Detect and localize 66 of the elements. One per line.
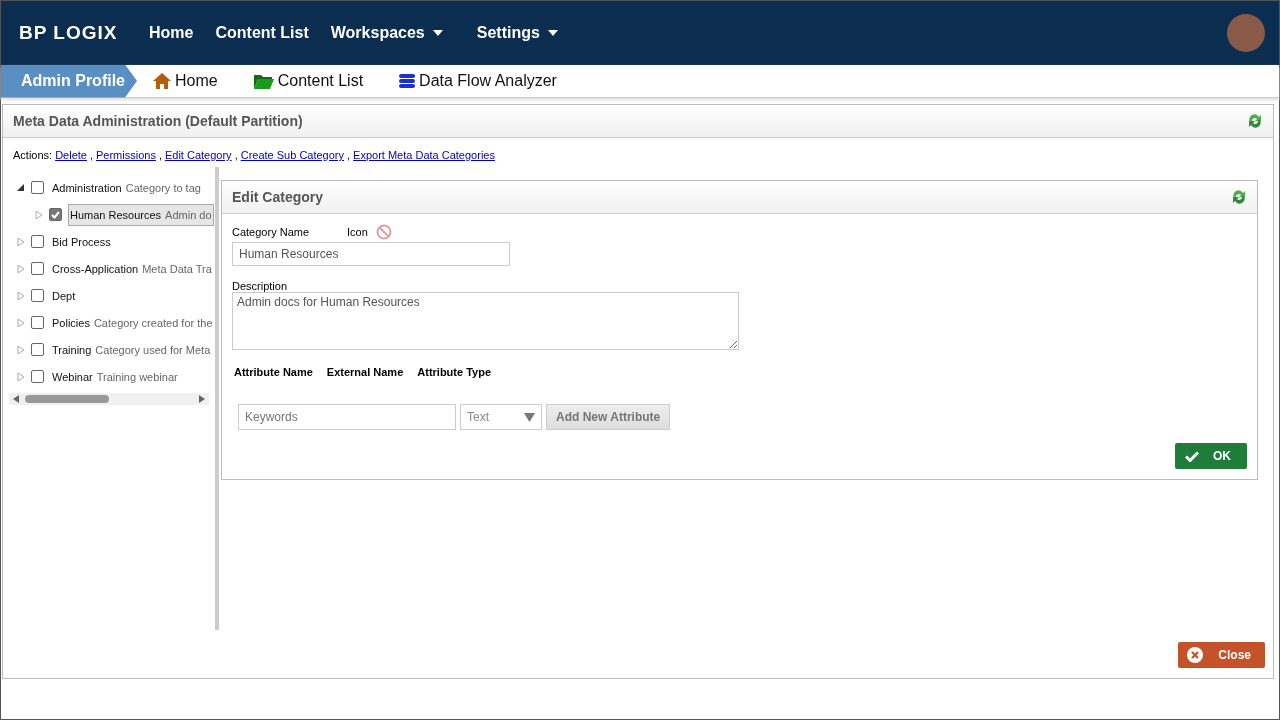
tree-item[interactable]: Webinar Training webinar [50,365,180,388]
ok-button[interactable]: OK [1175,443,1247,469]
checkbox[interactable] [31,343,44,356]
action-link[interactable]: Create Sub Category [240,149,345,161]
close-icon [1187,647,1203,663]
triangle-icon[interactable] [17,183,25,192]
column-header: Attribute Name [234,366,313,378]
field-label: Icon [347,226,368,238]
field-label: Category Name [232,226,310,238]
refresh-icon[interactable] [1231,189,1247,205]
add-attribute-button[interactable]: Add New Attribute [546,404,671,430]
no-icon[interactable] [375,224,392,240]
separator: , [347,149,351,161]
caret-icon [547,30,558,36]
horizontal-scrollbar[interactable] [9,393,209,405]
field-label: Description [232,280,289,292]
check-icon [1185,450,1199,462]
action-link[interactable]: Edit Category [164,149,232,161]
checkbox[interactable] [49,208,62,221]
database-icon [399,73,416,89]
checkbox[interactable] [31,289,44,302]
action-link[interactable]: Export Meta Data Categories [353,149,495,161]
nav-item[interactable]: Home [149,24,194,42]
separator: , [89,149,93,161]
column-header: Attribute Type [417,366,492,378]
tree-item[interactable]: Cross-Application Meta Data Tra [50,257,214,280]
category-name-field[interactable]: Human Resources [232,242,510,266]
action-link[interactable]: Permissions [96,149,156,161]
tree-item[interactable]: Administration Category to tag [50,176,203,199]
checkbox[interactable] [31,262,44,275]
tree-item[interactable]: Training Category used for Meta [50,338,213,361]
checkbox[interactable] [31,370,44,383]
action-link[interactable]: Delete [55,149,87,161]
checkbox[interactable] [31,316,44,329]
shortcut-link[interactable]: Content List [253,72,364,90]
folder-icon [253,73,274,89]
shortcut-link[interactable]: Data Flow Analyzer [399,72,557,90]
nav-item[interactable]: Workspaces [330,24,443,42]
shortcut-link[interactable]: Home [153,72,218,90]
separator: , [158,149,162,161]
tree-item[interactable]: Policies Category created for the [50,311,215,334]
checkbox[interactable] [31,235,44,248]
logo[interactable]: BP LOGIX [19,22,149,44]
house-icon [153,73,171,89]
close-button[interactable]: Close [1178,642,1265,668]
refresh-icon[interactable] [1247,113,1263,129]
separator: , [234,149,238,161]
attribute-name-field[interactable]: Keywords [238,404,456,430]
column-header: External Name [326,366,404,378]
edit-title: Edit Category [232,189,323,205]
caret-icon [524,412,535,422]
actions-label: Actions: [13,149,53,161]
description-field[interactable]: Admin docs for Human Resources [232,292,739,350]
tree-item[interactable]: Bid Process [50,230,117,253]
type-select[interactable]: Text [460,404,542,430]
nav-item[interactable]: Settings [476,24,558,42]
caret-icon [432,30,443,36]
scroll-left-icon[interactable] [13,395,19,403]
nav-item[interactable]: Content List [215,24,309,42]
tree-item[interactable]: Dept [50,284,82,307]
panel-title: Meta Data Administration (Default Partition) [13,113,303,129]
scroll-right-icon[interactable] [199,395,205,403]
check-icon [51,210,60,219]
avatar[interactable] [1227,14,1265,52]
tree-item[interactable]: Human Resources Admin do [68,203,214,226]
checkbox[interactable] [31,181,44,194]
